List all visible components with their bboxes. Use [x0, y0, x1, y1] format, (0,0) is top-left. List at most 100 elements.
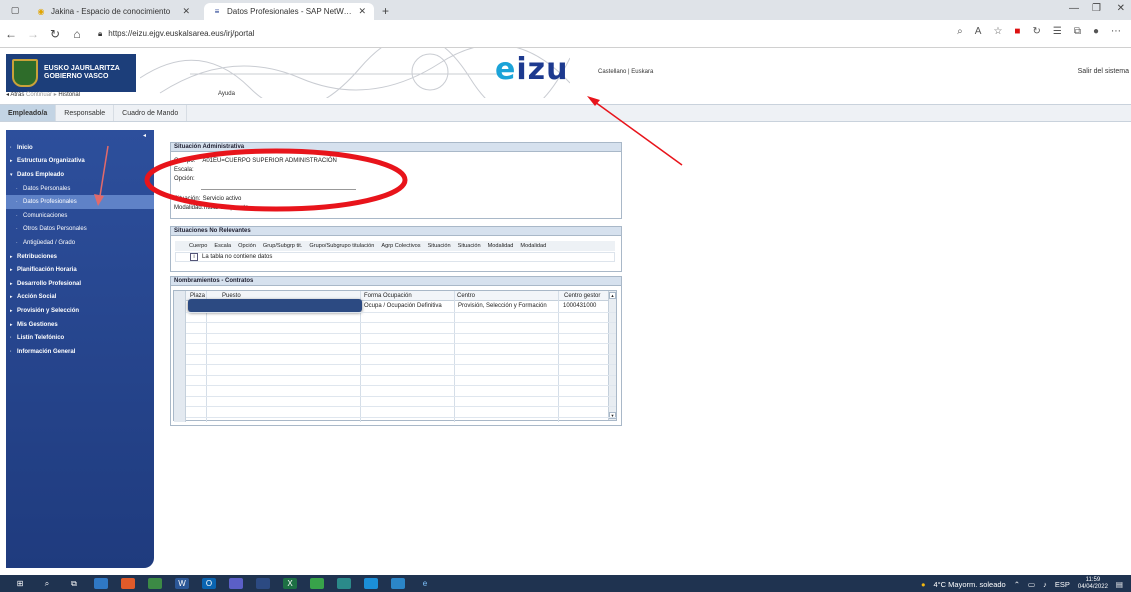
internet-explorer-icon[interactable]: e — [418, 578, 432, 589]
logout-link[interactable]: Salir del sistema — [1078, 68, 1129, 75]
language-indicator[interactable]: ESP — [1055, 580, 1070, 589]
sidebar-item[interactable]: ▸ Provisión y Selección — [6, 304, 154, 318]
sidebar-item[interactable]: ▸ Mis Gestiones — [6, 318, 154, 332]
start-icon[interactable]: ⊞ — [13, 578, 27, 589]
tab-responsable[interactable]: Responsable — [56, 105, 115, 121]
favorite-icon[interactable]: ☆ — [993, 26, 1002, 37]
search-icon[interactable]: ⌕ — [957, 26, 963, 37]
close-tab-icon[interactable]: ✕ — [182, 6, 190, 17]
read-aloud-icon[interactable]: A — [975, 26, 982, 37]
history-link[interactable]: Historial — [58, 92, 80, 98]
app-icon[interactable] — [94, 578, 108, 589]
teams-icon[interactable] — [229, 578, 243, 589]
sidebar-item[interactable]: ▸ Estructura Organizativa — [6, 155, 154, 169]
app-icon[interactable] — [256, 578, 270, 589]
sidebar-item[interactable]: · Comunicaciones — [6, 209, 154, 223]
notifications-icon[interactable]: ▤ — [1116, 580, 1123, 589]
outlook-icon[interactable]: O — [202, 578, 216, 589]
extension-icon[interactable]: ■ — [1014, 26, 1020, 37]
column-header[interactable]: Situación — [458, 243, 481, 249]
sidebar-item[interactable]: ▸ Planificación Horaria — [6, 263, 154, 277]
tab-empleado[interactable]: Empleado/a — [0, 105, 57, 121]
excel-icon[interactable]: X — [283, 578, 297, 589]
sidebar-item[interactable]: · Información General — [6, 345, 154, 359]
sidebar-item[interactable]: ▸ Desarrollo Profesional — [6, 277, 154, 291]
forward-icon[interactable]: → — [22, 27, 44, 41]
file-explorer-icon[interactable] — [148, 578, 162, 589]
browser-tab-datos-profesionales[interactable]: ≡ Datos Profesionales - SAP NetWeaver ✕ — [204, 3, 374, 20]
app-icon[interactable] — [310, 578, 324, 589]
tab-cuadro-de-mando[interactable]: Cuadro de Mando — [114, 105, 188, 121]
help-link[interactable]: Ayuda — [218, 91, 235, 97]
sidebar-item[interactable]: ▾ Datos Empleado — [6, 168, 154, 182]
col-centro[interactable]: Centro — [457, 293, 475, 299]
sidebar-item[interactable]: ▸ Acción Social — [6, 291, 154, 305]
lang-castellano-link[interactable]: Castellano — [598, 69, 626, 75]
column-header[interactable]: Cuerpo — [189, 243, 207, 249]
system-tray: ● 4°C Mayorm. soleado ⌃ ▭ ♪ ESP 11:59 04… — [921, 577, 1123, 591]
column-header[interactable]: Grupo/Subgrupo titulación — [309, 243, 374, 249]
chevron-right-icon: ▸ — [10, 158, 13, 165]
column-header[interactable]: Agrp Colectivos — [381, 243, 420, 249]
hover-tooltip — [188, 299, 362, 312]
address-bar[interactable]: 🔒︎ https://eizu.ejgv.euskalsarea.eus/irj… — [98, 29, 254, 39]
refresh-extension-icon[interactable]: ↻ — [1032, 26, 1040, 37]
network-icon[interactable]: ▭ — [1028, 580, 1035, 589]
more-icon[interactable]: ⋯ — [1111, 26, 1121, 37]
task-view-icon[interactable]: ⧉ — [67, 578, 81, 589]
favorites-list-icon[interactable]: ☰ — [1053, 26, 1062, 37]
back-link[interactable]: ◂ Atrás — [6, 92, 24, 98]
chrome-icon[interactable] — [121, 578, 135, 589]
home-icon[interactable]: ⌂ — [66, 27, 88, 41]
column-header[interactable]: Opción — [238, 243, 256, 249]
sidebar-item[interactable]: · Datos Profesionales — [6, 195, 154, 209]
browser-toolbar: ← → ↻ ⌂ 🔒︎ https://eizu.ejgv.euskalsarea… — [0, 20, 1131, 48]
profile-icon[interactable]: ● — [1093, 26, 1099, 37]
forward-link[interactable]: Continuar ▸ — [26, 92, 57, 98]
column-header[interactable]: Grup/Subgrp tit. — [263, 243, 303, 249]
tab-actions-icon[interactable]: ▢ — [8, 4, 22, 16]
escala-label: Escala: — [174, 167, 194, 173]
clock[interactable]: 11:59 04/04/2022 — [1078, 577, 1108, 591]
volume-icon[interactable]: ♪ — [1043, 580, 1047, 589]
refresh-icon[interactable]: ↻ — [44, 27, 66, 41]
sidebar-item[interactable]: · Inicio — [6, 141, 154, 155]
lang-euskara-link[interactable]: Euskara — [631, 69, 653, 75]
close-tab-icon[interactable]: ✕ — [358, 6, 366, 17]
column-header[interactable]: Situación — [428, 243, 451, 249]
sidebar-item[interactable]: ▸ Retribuciones — [6, 250, 154, 264]
modalidad-label: Modalidad: — [174, 205, 204, 211]
back-icon[interactable]: ← — [0, 27, 22, 41]
sidebar-item[interactable]: · Datos Personales — [6, 182, 154, 196]
browser-tab-jakina[interactable]: ◉ Jakina - Espacio de conocimiento ✕ — [28, 3, 198, 20]
cell-centro-gestor: 1000431000 — [563, 303, 597, 309]
app-icon[interactable] — [337, 578, 351, 589]
sidebar-item[interactable]: · Antigüedad / Grado — [6, 236, 154, 250]
weather-text[interactable]: 4°C Mayorm. soleado — [934, 580, 1006, 589]
col-centro-gestor[interactable]: Centro gestor — [564, 293, 600, 299]
search-icon[interactable]: ⌕ — [40, 578, 54, 589]
column-header[interactable]: Escala — [214, 243, 231, 249]
tray-expand-icon[interactable]: ⌃ — [1014, 580, 1020, 589]
sidebar-item[interactable]: · Otros Datos Personales — [6, 223, 154, 237]
collapse-sidebar-icon[interactable]: ◂ — [143, 132, 146, 139]
word-icon[interactable]: W — [175, 578, 189, 589]
restore-icon[interactable]: ❐ — [1092, 3, 1101, 14]
close-window-icon[interactable]: ✕ — [1117, 3, 1125, 14]
bullet-icon: · — [16, 226, 18, 233]
brand-text: eizu — [495, 52, 569, 87]
collections-icon[interactable]: ⧉ — [1074, 26, 1081, 37]
sidebar-item[interactable]: · Listín Telefónico — [6, 331, 154, 345]
scroll-down-icon[interactable]: ▼ — [609, 412, 616, 419]
sap-favicon-icon: ≡ — [214, 7, 220, 16]
column-header[interactable]: Modalidad — [488, 243, 514, 249]
new-tab-icon[interactable]: + — [382, 4, 389, 18]
col-forma-ocupacion[interactable]: Forma Ocupación — [364, 293, 412, 299]
column-header[interactable]: Modalidad — [520, 243, 546, 249]
minimize-icon[interactable]: — — [1069, 3, 1079, 14]
row-selector-column[interactable] — [174, 291, 186, 422]
app-icon[interactable] — [391, 578, 405, 589]
scroll-up-icon[interactable]: ▲ — [609, 292, 616, 299]
edge-icon[interactable] — [364, 578, 378, 589]
table-scrollbar[interactable]: ▲ ▼ — [608, 291, 616, 420]
